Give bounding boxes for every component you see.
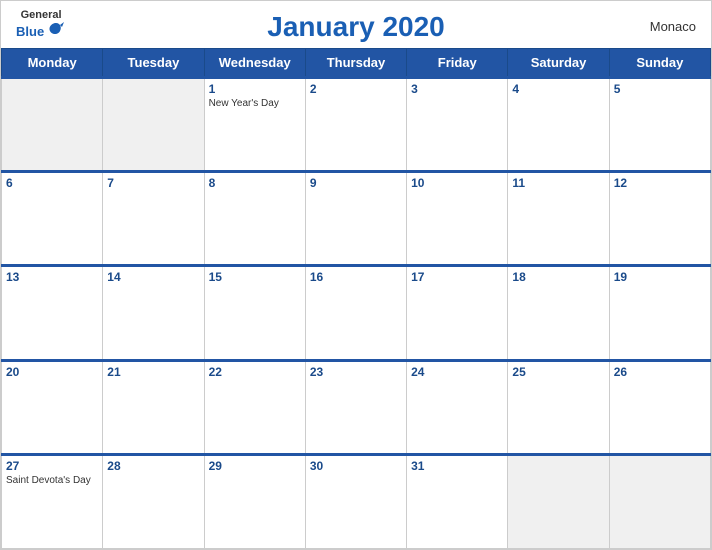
calendar-day-cell: 26	[609, 360, 710, 454]
calendar-day-cell: 27 Saint Devota's Day	[2, 454, 103, 548]
day-number: 15	[209, 270, 301, 284]
calendar-week-row: 1 New Year's Day 2345	[2, 78, 711, 172]
calendar-country: Monaco	[650, 19, 696, 34]
calendar-day-cell: 16	[305, 266, 406, 360]
calendar-day-cell: 31	[407, 454, 508, 548]
day-number: 6	[6, 176, 98, 190]
logo-bird-icon	[46, 21, 66, 41]
day-number: 14	[107, 270, 199, 284]
calendar-day-cell: 5	[609, 78, 710, 172]
weekday-sunday: Sunday	[609, 49, 710, 78]
calendar-day-cell: 15	[204, 266, 305, 360]
calendar-day-cell: 25	[508, 360, 609, 454]
calendar-day-cell: 24	[407, 360, 508, 454]
calendar-day-cell: 22	[204, 360, 305, 454]
weekday-monday: Monday	[2, 49, 103, 78]
day-number: 25	[512, 365, 604, 379]
calendar-header: General Blue January 2020 Monaco	[1, 1, 711, 48]
calendar-day-cell: 13	[2, 266, 103, 360]
day-event: Saint Devota's Day	[6, 475, 98, 486]
calendar-day-cell: 2	[305, 78, 406, 172]
day-number: 31	[411, 459, 503, 473]
calendar-day-cell: 1 New Year's Day	[204, 78, 305, 172]
day-number: 12	[614, 176, 706, 190]
calendar-day-cell: 19	[609, 266, 710, 360]
calendar-day-cell: 17	[407, 266, 508, 360]
day-number: 28	[107, 459, 199, 473]
day-event: New Year's Day	[209, 98, 301, 109]
calendar-day-cell	[2, 78, 103, 172]
calendar-day-cell: 11	[508, 172, 609, 266]
weekday-header-row: Monday Tuesday Wednesday Thursday Friday…	[2, 49, 711, 78]
day-number: 9	[310, 176, 402, 190]
calendar-day-cell: 21	[103, 360, 204, 454]
calendar-day-cell: 8	[204, 172, 305, 266]
calendar-day-cell: 20	[2, 360, 103, 454]
calendar-day-cell: 28	[103, 454, 204, 548]
calendar-title: January 2020	[267, 11, 444, 43]
day-number: 23	[310, 365, 402, 379]
calendar-week-row: 27 Saint Devota's Day 28 29 30 31	[2, 454, 711, 548]
day-number: 30	[310, 459, 402, 473]
calendar-day-cell	[508, 454, 609, 548]
day-number: 20	[6, 365, 98, 379]
day-number: 4	[512, 82, 604, 96]
logo-blue: Blue	[16, 24, 44, 39]
weekday-wednesday: Wednesday	[204, 49, 305, 78]
day-number: 1	[209, 82, 301, 96]
calendar-day-cell	[103, 78, 204, 172]
day-number: 21	[107, 365, 199, 379]
logo: General Blue	[16, 9, 66, 41]
calendar-day-cell: 3	[407, 78, 508, 172]
day-number: 11	[512, 176, 604, 190]
day-number: 29	[209, 459, 301, 473]
day-number: 26	[614, 365, 706, 379]
day-number: 10	[411, 176, 503, 190]
calendar-week-row: 6789 10 11 12	[2, 172, 711, 266]
calendar-day-cell: 18	[508, 266, 609, 360]
calendar-day-cell: 14	[103, 266, 204, 360]
calendar-grid: Monday Tuesday Wednesday Thursday Friday…	[1, 48, 711, 549]
calendar-week-row: 13 14 15 16 17 18 19	[2, 266, 711, 360]
calendar-day-cell: 23	[305, 360, 406, 454]
day-number: 18	[512, 270, 604, 284]
logo-general: General	[21, 9, 62, 21]
calendar-day-cell: 29	[204, 454, 305, 548]
day-number: 5	[614, 82, 706, 96]
day-number: 8	[209, 176, 301, 190]
calendar-week-row: 20 21 22 23 24 25 26	[2, 360, 711, 454]
day-number: 7	[107, 176, 199, 190]
calendar-day-cell: 12	[609, 172, 710, 266]
calendar-day-cell: 9	[305, 172, 406, 266]
weekday-friday: Friday	[407, 49, 508, 78]
weekday-tuesday: Tuesday	[103, 49, 204, 78]
day-number: 19	[614, 270, 706, 284]
calendar-day-cell: 6	[2, 172, 103, 266]
calendar: General Blue January 2020 Monaco Monday …	[0, 0, 712, 550]
day-number: 13	[6, 270, 98, 284]
weekday-thursday: Thursday	[305, 49, 406, 78]
day-number: 22	[209, 365, 301, 379]
calendar-day-cell	[609, 454, 710, 548]
calendar-day-cell: 10	[407, 172, 508, 266]
day-number: 17	[411, 270, 503, 284]
weekday-saturday: Saturday	[508, 49, 609, 78]
day-number: 16	[310, 270, 402, 284]
calendar-day-cell: 4	[508, 78, 609, 172]
day-number: 3	[411, 82, 503, 96]
day-number: 2	[310, 82, 402, 96]
day-number: 27	[6, 459, 98, 473]
calendar-day-cell: 7	[103, 172, 204, 266]
day-number: 24	[411, 365, 503, 379]
calendar-day-cell: 30	[305, 454, 406, 548]
